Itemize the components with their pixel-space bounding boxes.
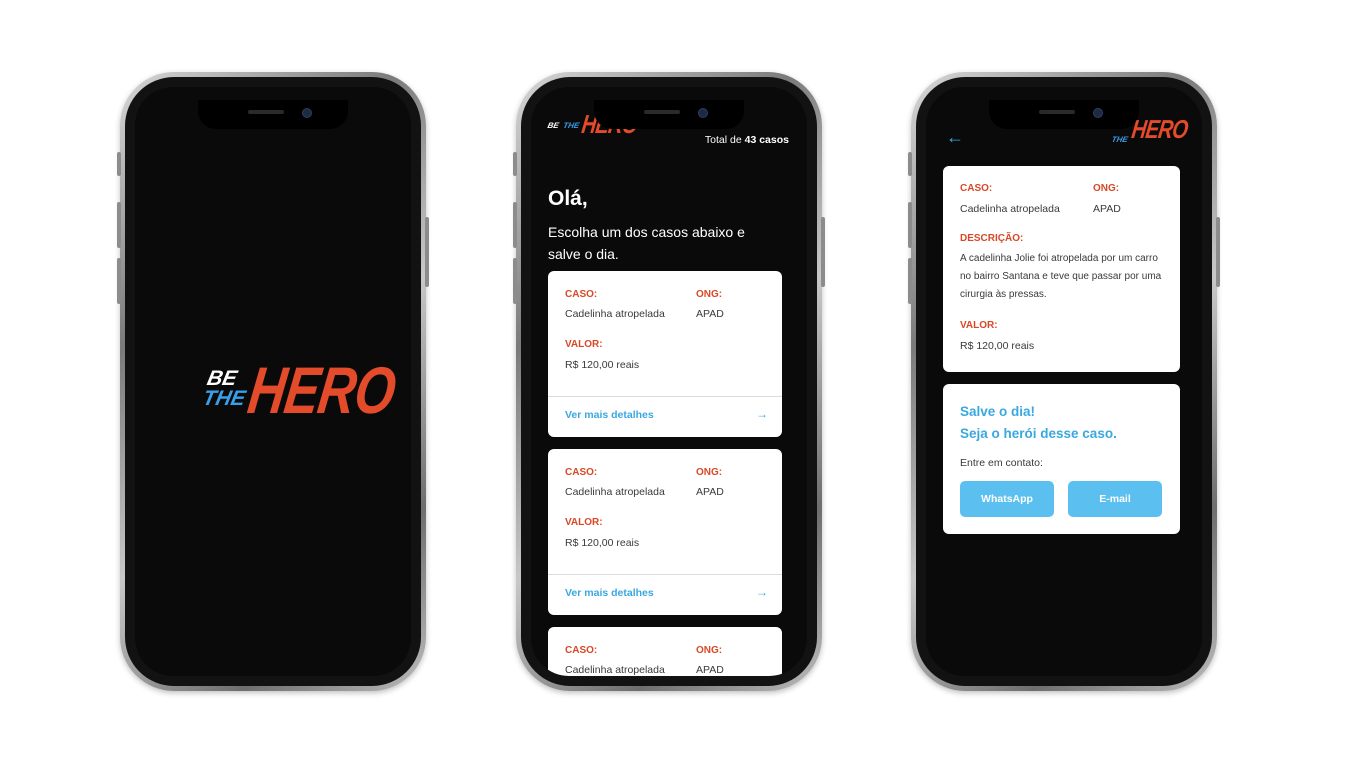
case-label: CASO: [960, 183, 993, 194]
case-label: CASO: [565, 645, 598, 656]
volume-up-button [513, 202, 517, 248]
power-button [425, 217, 429, 287]
logo-hero: HERO [1129, 114, 1190, 144]
contact-card: Salve o dia! Seja o herói desse caso. En… [943, 384, 1180, 534]
notch [594, 100, 744, 129]
case-card: CASO: ONG: Cadelinha atropelada APAD VAL… [548, 449, 782, 615]
phone-list: BE THE HERO Total de 43 casos Olá, Escol… [513, 72, 825, 691]
value-label: VALOR: [565, 339, 603, 350]
details-link[interactable]: Ver mais detalhes [565, 587, 654, 599]
value-label: VALOR: [960, 320, 998, 331]
arrow-right-icon[interactable]: → [756, 407, 768, 421]
logo-small-words: BE THE [200, 367, 252, 410]
logo-the: THE [562, 121, 581, 130]
ong-value: APAD [696, 486, 724, 498]
case-value: Cadelinha atropelada [565, 486, 665, 498]
ong-value: APAD [1093, 203, 1121, 215]
volume-up-button [908, 202, 912, 248]
logo-be: BE [546, 121, 560, 130]
total-prefix: Total de [704, 134, 745, 146]
case-card: CASO: ONG: Cadelinha atropelada APAD VAL… [548, 271, 782, 437]
details-link[interactable]: Ver mais detalhes [565, 409, 654, 421]
case-label: CASO: [565, 289, 598, 300]
logo-small-words: BE THE [546, 115, 581, 133]
mute-switch [908, 152, 912, 176]
case-value: Cadelinha atropelada [565, 308, 665, 320]
subtitle: Escolha um dos casos abaixo e salve o di… [548, 224, 745, 262]
front-camera [1093, 108, 1103, 118]
greeting: Olá, [548, 187, 588, 210]
case-value: Cadelinha atropelada [565, 664, 665, 676]
cta-line-2: Seja o herói desse caso. [960, 426, 1117, 441]
email-button[interactable]: E-mail [1068, 481, 1162, 517]
mute-switch [117, 152, 121, 176]
phone-detail: ← BE THE HERO CASO: ONG: Cadelinha atrop… [908, 72, 1220, 691]
ong-value: APAD [696, 664, 724, 676]
logo-the: THE [1110, 135, 1129, 144]
be-the-hero-logo: BE THE HERO [201, 353, 411, 427]
power-button [1216, 217, 1220, 287]
volume-up-button [117, 202, 121, 248]
ong-label: ONG: [696, 467, 723, 478]
case-amount: R$ 120,00 reais [960, 340, 1035, 352]
description-label: DESCRIÇÃO: [960, 233, 1024, 244]
phone-splash: BE THE HERO [117, 72, 429, 691]
ong-label: ONG: [696, 289, 723, 300]
case-detail-card: CASO: ONG: Cadelinha atropelada APAD DES… [943, 166, 1180, 372]
case-card: CASO: ONG: Cadelinha atropelada APAD [548, 627, 782, 676]
logo-hero: HERO [243, 353, 400, 427]
logo-the: THE [200, 387, 248, 410]
arrow-right-icon[interactable]: → [756, 585, 768, 599]
ong-label: ONG: [696, 645, 723, 656]
speaker [1039, 110, 1075, 114]
notch [198, 100, 348, 129]
splash-screen: BE THE HERO [135, 87, 411, 676]
total-cases: Total de 43 casos [705, 134, 789, 146]
list-screen: BE THE HERO Total de 43 casos Olá, Escol… [531, 87, 807, 676]
volume-down-button [513, 258, 517, 304]
total-count: 43 casos [744, 134, 789, 146]
power-button [821, 217, 825, 287]
detail-screen: ← BE THE HERO CASO: ONG: Cadelinha atrop… [926, 87, 1202, 676]
volume-down-button [117, 258, 121, 304]
case-amount: R$ 120,00 reais [565, 537, 640, 549]
contact-prompt: Entre em contato: [960, 457, 1043, 469]
front-camera [698, 108, 708, 118]
whatsapp-button[interactable]: WhatsApp [960, 481, 1054, 517]
notch [989, 100, 1139, 129]
ong-value: APAD [696, 308, 724, 320]
speaker [248, 110, 284, 114]
case-value: Cadelinha atropelada [960, 203, 1060, 215]
speaker [644, 110, 680, 114]
arrow-left-icon[interactable]: ← [946, 127, 964, 148]
ong-label: ONG: [1093, 183, 1120, 194]
mute-switch [513, 152, 517, 176]
front-camera [302, 108, 312, 118]
value-label: VALOR: [565, 517, 603, 528]
cta-line-1: Salve o dia! [960, 404, 1036, 419]
case-amount: R$ 120,00 reais [565, 359, 640, 371]
description-text: A cadelinha Jolie foi atropelada por um … [960, 253, 1162, 300]
card-divider [548, 396, 782, 397]
case-label: CASO: [565, 467, 598, 478]
card-divider [548, 574, 782, 575]
volume-down-button [908, 258, 912, 304]
